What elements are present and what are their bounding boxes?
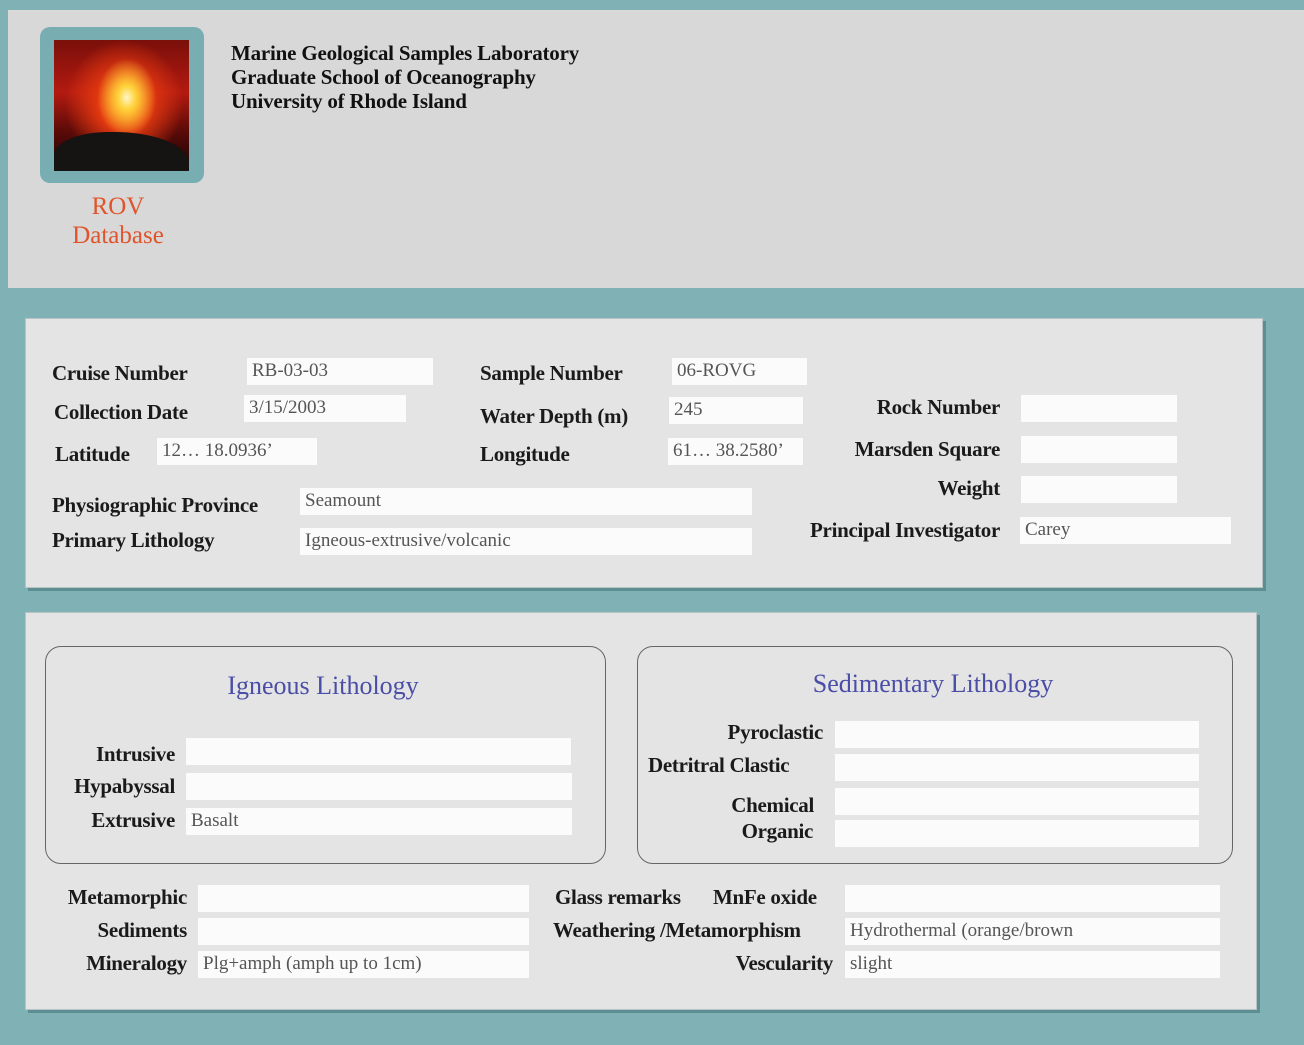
igneous-lithology-title: Igneous Lithology [227, 671, 419, 700]
sample-number-field[interactable]: 06-ROVG [672, 358, 807, 385]
latitude-field[interactable]: 12… 18.0936’ [157, 438, 317, 465]
weathering-field[interactable]: Hydrothermal (orange/brown [845, 918, 1220, 945]
university-name: University of Rhode Island [231, 89, 467, 113]
chemical-field[interactable] [835, 788, 1199, 815]
page: { "header": { "lab": "Marine Geological … [0, 0, 1304, 1045]
primary-lithology-label: Primary Lithology [52, 528, 215, 552]
longitude-field[interactable]: 61… 38.2580’ [668, 438, 803, 465]
lab-name: Marine Geological Samples Laboratory [231, 41, 580, 65]
water-depth-label: Water Depth (m) [480, 404, 628, 428]
principal-investigator-field[interactable]: Carey [1020, 517, 1231, 544]
school-name: Graduate School of Oceanography [231, 65, 536, 89]
weathering-label: Weathering /Metamorphism [553, 918, 801, 942]
rock-number-field[interactable] [1021, 395, 1177, 422]
pyroclastic-label: Pyroclastic [727, 720, 824, 744]
cruise-number-label: Cruise Number [52, 361, 188, 385]
mineralogy-field[interactable]: Plg+amph (amph up to 1cm) [198, 951, 529, 978]
vescularity-label: Vescularity [735, 951, 834, 975]
physiographic-province-label: Physiographic Province [52, 493, 258, 517]
latitude-label: Latitude [55, 442, 130, 466]
hypabyssal-label: Hypabyssal [74, 774, 175, 798]
app-name-line1: ROV [91, 193, 145, 220]
water-depth-field[interactable]: 245 [669, 397, 803, 424]
rock-number-label: Rock Number [876, 395, 1001, 419]
longitude-label: Longitude [480, 442, 570, 466]
physiographic-province-field[interactable]: Seamount [300, 488, 752, 515]
glass-remarks-label: Glass remarks [555, 885, 681, 909]
hypabyssal-field[interactable] [186, 773, 572, 800]
primary-lithology-field[interactable]: Igneous-extrusive/volcanic [300, 528, 752, 555]
extrusive-label: Extrusive [91, 808, 175, 832]
organic-label: Organic [741, 819, 814, 843]
collection-date-label: Collection Date [54, 400, 188, 424]
extrusive-field[interactable]: Basalt [186, 808, 572, 835]
detritral-clastic-label: Detritral Clastic [648, 753, 790, 777]
intrusive-label: Intrusive [96, 742, 175, 766]
vescularity-field[interactable]: slight [845, 951, 1220, 978]
principal-investigator-label: Principal Investigator [810, 518, 1000, 542]
weight-field[interactable] [1021, 476, 1177, 503]
sediments-field[interactable] [198, 918, 529, 945]
mineralogy-label: Mineralogy [86, 951, 187, 975]
mnfe-oxide-field[interactable] [845, 885, 1220, 912]
mnfe-oxide-label: MnFe oxide [713, 885, 817, 909]
marsden-square-label: Marsden Square [854, 437, 1001, 461]
weight-label: Weight [937, 476, 1001, 500]
metamorphic-label: Metamorphic [67, 885, 187, 909]
sedimentary-lithology-title: Sedimentary Lithology [812, 669, 1054, 698]
intrusive-field[interactable] [186, 738, 571, 765]
marsden-square-field[interactable] [1021, 436, 1177, 463]
cruise-number-field[interactable]: RB-03-03 [247, 358, 433, 385]
detritral-clastic-field[interactable] [835, 754, 1199, 781]
organic-field[interactable] [835, 820, 1199, 847]
sediments-label: Sediments [97, 918, 188, 942]
app-name-line2: Database [72, 222, 164, 249]
sample-number-label: Sample Number [480, 361, 623, 385]
metamorphic-field[interactable] [198, 885, 529, 912]
pyroclastic-field[interactable] [835, 721, 1199, 748]
chemical-label: Chemical [731, 793, 814, 817]
collection-date-field[interactable]: 3/15/2003 [244, 395, 406, 422]
